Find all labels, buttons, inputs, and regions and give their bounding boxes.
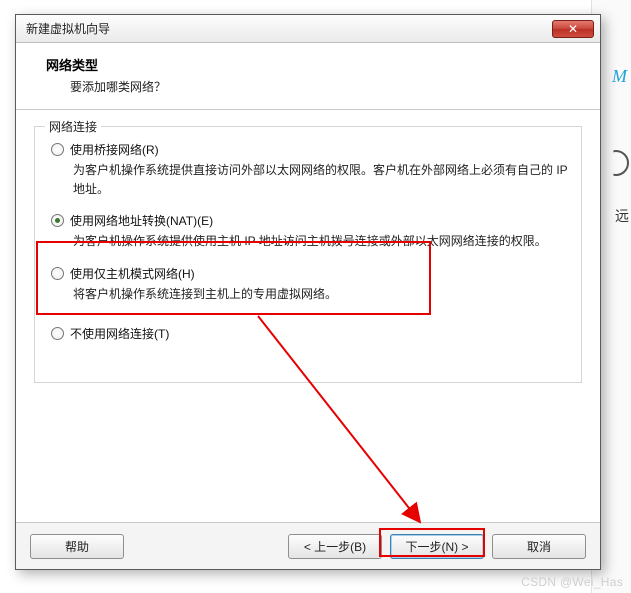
radio-nat[interactable] [51,214,64,227]
page-watermark: CSDN @Wei_Has [521,575,623,589]
radio-hostonly[interactable] [51,267,64,280]
page-title: 网络类型 [46,55,590,74]
bg-text: 远 [615,206,629,226]
help-button[interactable]: 帮助 [30,534,124,559]
radio-label-none: 不使用网络连接(T) [70,325,169,342]
next-button[interactable]: 下一步(N) > [390,534,484,559]
window-title: 新建虚拟机向导 [26,20,552,37]
bg-letter: M [612,66,627,87]
radio-label-bridged: 使用桥接网络(R) [70,141,159,158]
desc-hostonly: 将客户机操作系统连接到主机上的专用虚拟网络。 [51,282,569,304]
option-hostonly: 使用仅主机模式网络(H) 将客户机操作系统连接到主机上的专用虚拟网络。 [47,265,569,304]
wizard-footer: 帮助 < 上一步(B) 下一步(N) > 取消 [16,522,600,569]
radio-row-hostonly[interactable]: 使用仅主机模式网络(H) [51,265,569,282]
radio-row-nat[interactable]: 使用网络地址转换(NAT)(E) [51,212,569,229]
wizard-dialog: 新建虚拟机向导 ✕ 网络类型 要添加哪类网络？ 网络连接 使用桥接网络(R) 为… [15,14,601,570]
desc-nat: 为客户机操作系统提供使用主机 IP 地址访问主机拨号连接或外部以太网网络连接的权… [51,229,569,251]
titlebar: 新建虚拟机向导 ✕ [16,15,600,43]
wizard-header: 网络类型 要添加哪类网络？ [16,43,600,110]
radio-none[interactable] [51,327,64,340]
radio-label-hostonly: 使用仅主机模式网络(H) [70,265,195,282]
radio-row-bridged[interactable]: 使用桥接网络(R) [51,141,569,158]
cancel-button[interactable]: 取消 [492,534,586,559]
radio-row-none[interactable]: 不使用网络连接(T) [51,325,569,342]
group-legend: 网络连接 [45,118,101,135]
option-nat: 使用网络地址转换(NAT)(E) 为客户机操作系统提供使用主机 IP 地址访问主… [47,212,569,251]
back-button[interactable]: < 上一步(B) [288,534,382,559]
desc-bridged: 为客户机操作系统提供直接访问外部以太网网络的权限。客户机在外部网络上必须有自己的… [51,158,569,198]
option-bridged: 使用桥接网络(R) 为客户机操作系统提供直接访问外部以太网网络的权限。客户机在外… [47,141,569,198]
radio-bridged[interactable] [51,143,64,156]
close-button[interactable]: ✕ [552,20,594,38]
wizard-body: 网络连接 使用桥接网络(R) 为客户机操作系统提供直接访问外部以太网网络的权限。… [16,110,600,393]
option-none: 不使用网络连接(T) [47,325,569,342]
network-connection-group: 网络连接 使用桥接网络(R) 为客户机操作系统提供直接访问外部以太网网络的权限。… [34,126,582,383]
bg-circle-icon [603,150,629,176]
page-subtitle: 要添加哪类网络？ [46,78,590,95]
close-icon: ✕ [568,23,578,35]
radio-label-nat: 使用网络地址转换(NAT)(E) [70,212,213,229]
